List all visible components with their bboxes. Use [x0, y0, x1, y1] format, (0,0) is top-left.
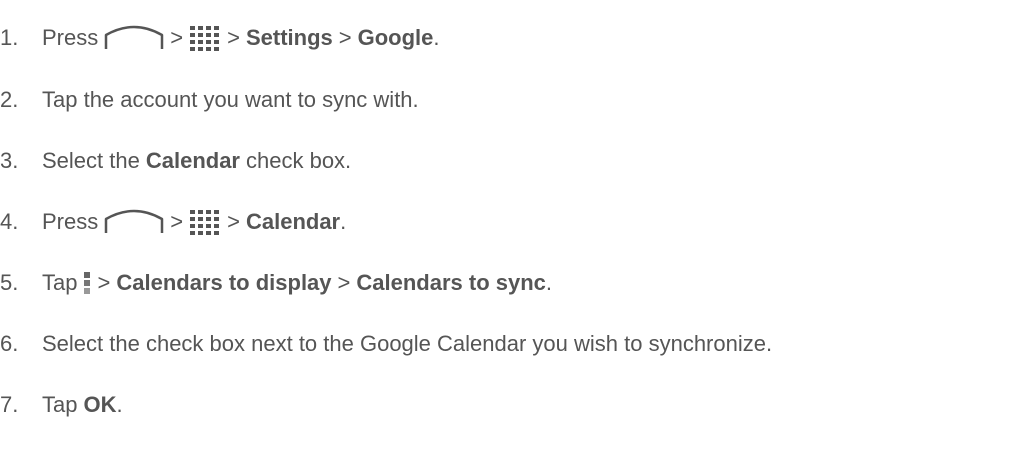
step-text: Press	[42, 209, 99, 234]
step-5: 5. Tap > Calendars to display > Calendar…	[0, 263, 552, 303]
step-number: 6.	[0, 331, 19, 356]
step-3: 3. Select the Calendar check box.	[0, 141, 351, 181]
step-text-pre: Tap	[42, 270, 78, 295]
step-number: 2.	[0, 87, 19, 112]
step-text-post: check box.	[246, 148, 352, 173]
separator: >	[170, 25, 184, 50]
separator: >	[338, 25, 352, 50]
calendars-to-sync-label: Calendars to sync	[356, 270, 546, 295]
menu-icon	[83, 270, 91, 296]
step-end: .	[116, 392, 123, 417]
step-number: 4.	[0, 209, 19, 234]
step-6: 6. Select the check box next to the Goog…	[0, 324, 772, 364]
settings-label: Settings	[245, 25, 333, 50]
separator: >	[227, 25, 240, 50]
step-text-pre: Tap	[42, 392, 78, 417]
step-4: 4. Press > > Calendar .	[0, 202, 346, 242]
apps-icon	[189, 24, 221, 52]
separator: >	[170, 209, 184, 234]
step-text: Tap the account you want to sync with.	[42, 87, 419, 112]
google-label: Google	[357, 25, 434, 50]
step-number: 3.	[0, 148, 19, 173]
separator: >	[337, 270, 351, 295]
step-number: 7.	[0, 392, 19, 417]
calendar-label: Calendar	[245, 209, 341, 234]
step-end: .	[433, 25, 440, 50]
step-text: Select the check box next to the Google …	[42, 331, 773, 356]
apps-icon	[189, 208, 221, 236]
ok-label: OK	[83, 392, 117, 417]
home-icon	[104, 25, 164, 51]
step-end: .	[545, 270, 553, 295]
step-text-pre: Select the	[42, 148, 140, 173]
separator: >	[97, 270, 111, 295]
calendar-label: Calendar	[145, 148, 240, 173]
step-2: 2. Tap the account you want to sync with…	[0, 80, 419, 120]
step-number: 1.	[0, 25, 19, 50]
step-text: Press	[42, 25, 99, 50]
step-7: 7. Tap OK .	[0, 385, 123, 425]
home-icon	[104, 209, 164, 235]
step-number: 5.	[0, 270, 19, 295]
separator: >	[227, 209, 240, 234]
step-1: 1. Press > > Settings > Google .	[0, 18, 440, 58]
step-end: .	[340, 209, 347, 234]
calendars-to-display-label: Calendars to display	[116, 270, 332, 295]
